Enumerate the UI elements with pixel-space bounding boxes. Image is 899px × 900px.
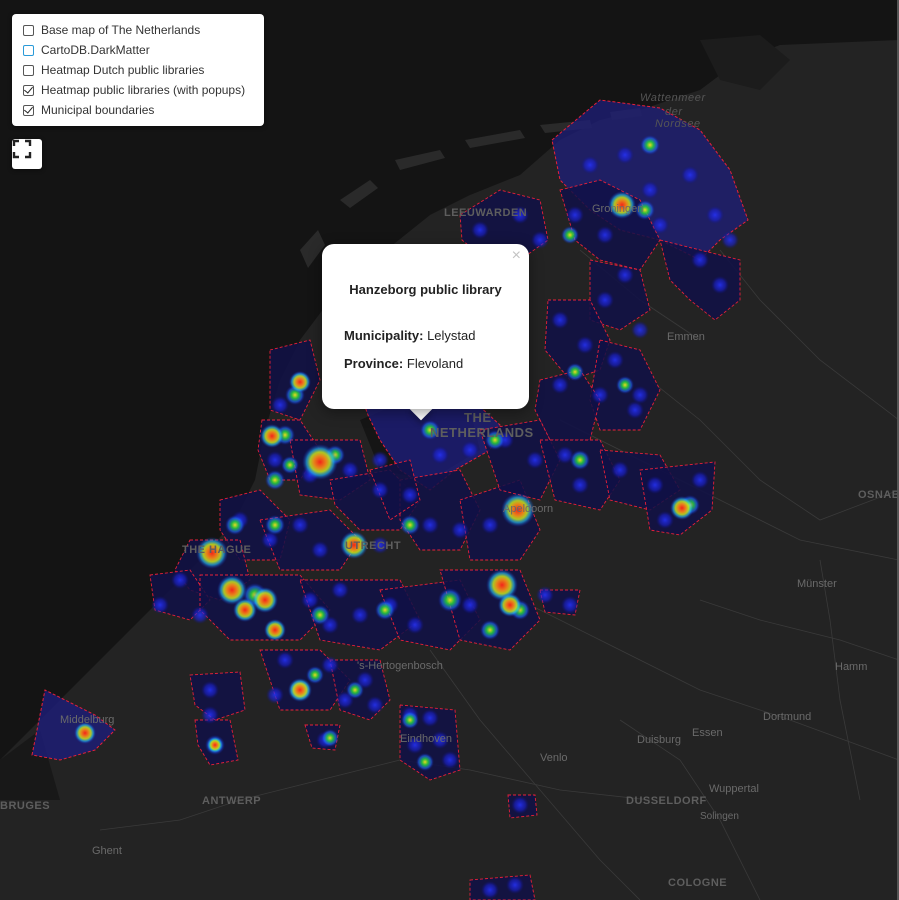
layer-checkbox-heatmap-popups[interactable] <box>23 84 34 96</box>
label-venlo: Venlo <box>540 752 568 764</box>
map-canvas[interactable]: Wattenmeer der Nordsee LEEUWARDEN Gronin… <box>0 0 899 900</box>
layer-toggle-heatmap-libraries[interactable]: Heatmap Dutch public libraries <box>12 60 264 80</box>
popup-municipality-value: Lelystad <box>427 328 476 343</box>
fullscreen-button[interactable] <box>12 139 42 169</box>
popup-province-label: Province: <box>344 356 404 371</box>
popup-title: Hanzeborg public library <box>349 282 502 297</box>
label-cologne: COLOGNE <box>668 877 728 889</box>
label-groningen: Groningen <box>592 203 644 215</box>
layer-toggle-base-map[interactable]: Base map of The Netherlands <box>12 20 264 40</box>
label-utrecht: UTRECHT <box>345 540 402 552</box>
library-popup: × Hanzeborg public library Municipality:… <box>322 244 529 409</box>
popup-province: Province: Flevoland <box>344 356 463 371</box>
label-hertogenbosch: 's-Hertogenbosch <box>357 660 443 672</box>
label-leeuwarden: LEEUWARDEN <box>444 207 528 219</box>
label-netherlands: NETHERLANDS <box>430 425 534 440</box>
layer-checkbox-cartodb[interactable] <box>23 44 34 56</box>
label-dortmund: Dortmund <box>763 711 812 723</box>
label-eindhoven: Eindhoven <box>400 733 452 745</box>
layer-toggle-heatmap-popups[interactable]: Heatmap public libraries (with popups) <box>12 80 264 100</box>
layer-control: Base map of The Netherlands CartoDB.Dark… <box>12 14 264 126</box>
layer-checkbox-municipal-boundaries[interactable] <box>23 104 34 116</box>
layer-toggle-municipal-boundaries[interactable]: Municipal boundaries <box>12 100 264 120</box>
popup-municipality: Municipality: Lelystad <box>344 328 476 343</box>
layer-toggle-cartodb[interactable]: CartoDB.DarkMatter <box>12 40 264 60</box>
label-duisburg: Duisburg <box>637 734 682 746</box>
label-middelburg: Middelburg <box>60 714 115 726</box>
popup-close-icon[interactable]: × <box>512 248 521 264</box>
label-solingen: Solingen <box>700 811 739 822</box>
layer-label-heatmap-libraries: Heatmap Dutch public libraries <box>41 63 205 77</box>
label-osnabrueck: OSNAB <box>858 489 899 501</box>
layer-label-municipal-boundaries: Municipal boundaries <box>41 103 155 117</box>
expand-icon <box>12 139 32 159</box>
map-tiles <box>0 0 897 900</box>
layer-checkbox-base-map[interactable] <box>23 24 34 36</box>
label-essen: Essen <box>692 727 723 739</box>
popup-municipality-label: Municipality: <box>344 328 424 343</box>
popup-province-value: Flevoland <box>406 356 464 371</box>
layer-checkbox-heatmap-libraries[interactable] <box>23 64 34 76</box>
label-hamm: Hamm <box>835 661 868 673</box>
layer-label-heatmap-popups: Heatmap public libraries (with popups) <box>41 83 246 97</box>
label-wuppertal: Wuppertal <box>709 783 759 795</box>
label-dusseldorf: DUSSELDORF <box>626 795 707 807</box>
label-muenster: Münster <box>797 578 837 590</box>
label-ghent: Ghent <box>92 845 122 857</box>
label-the-hague: THE HAGUE <box>182 544 252 556</box>
layer-label-cartodb: CartoDB.DarkMatter <box>41 43 150 57</box>
label-emmen: Emmen <box>667 331 705 343</box>
label-antwerp: ANTWERP <box>202 795 262 807</box>
label-apeldoorn: Apeldoorn <box>503 503 554 515</box>
label-wattenmeer: Wattenmeer <box>640 92 706 104</box>
label-the: THE <box>464 410 492 425</box>
label-bruges: BRUGES <box>0 800 51 812</box>
label-der: der <box>665 106 683 118</box>
layer-label-base-map: Base map of The Netherlands <box>41 23 201 37</box>
label-nordsee: Nordsee <box>655 118 701 130</box>
